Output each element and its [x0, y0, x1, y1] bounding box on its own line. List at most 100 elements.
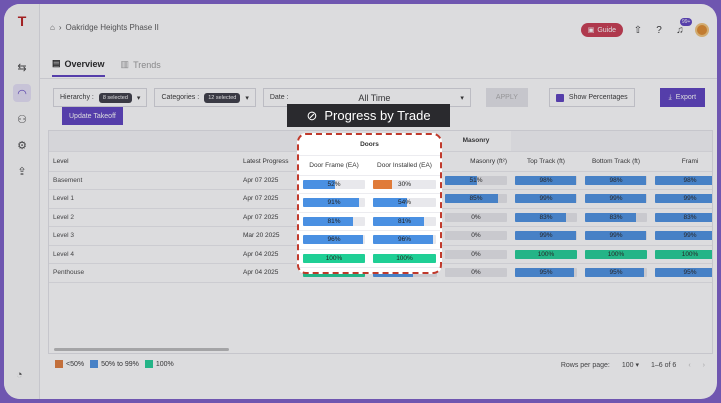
chevron-down-icon: ▾ [245, 94, 249, 102]
breadcrumb-project[interactable]: Oakridge Heights Phase II [66, 23, 159, 32]
guide-icon: ▣ [587, 27, 595, 34]
col-header[interactable]: Frami [651, 151, 712, 172]
settings-icon[interactable]: ⚙ [13, 136, 31, 154]
door-frame-cell: 91% [299, 193, 369, 213]
chevron-down-icon: ▾ [460, 94, 464, 102]
col-door-frame[interactable]: Door Frame (EA) [299, 155, 369, 176]
latest-progress-cell: Apr 07 2025 [239, 171, 299, 190]
progress-by-trade-title: Progress by Trade [324, 108, 431, 123]
progress-value: 99% [609, 232, 623, 240]
tab-bar: ▤ Overview ▥ Trends [52, 58, 161, 77]
chevron-right-icon[interactable]: › [703, 362, 705, 369]
table-row[interactable]: 81% 81% [299, 212, 440, 231]
cloud-upload-icon[interactable]: ⇧ [632, 24, 644, 36]
door-installed-cell: 30% [369, 175, 440, 194]
date-label: Date : [269, 94, 289, 101]
guide-button[interactable]: ▣ Guide [580, 23, 623, 37]
progress-cell: 0% [441, 245, 511, 264]
level-cell: Level 4 [49, 245, 239, 264]
checkbox[interactable] [555, 93, 564, 102]
col-header[interactable]: Top Track (ft) [511, 151, 581, 172]
legend-swatch [90, 360, 99, 368]
categories-select[interactable]: Categories : 12 selected ▾ [154, 88, 256, 107]
door-installed-cell: 81% [369, 212, 440, 231]
table-row[interactable]: 52% 30% [299, 175, 440, 194]
progress-value: 100% [537, 250, 555, 258]
progress-bar: 95% [585, 268, 647, 278]
notification-badge: 99+ [680, 18, 693, 26]
pagination: Rows per page: 100 ▾ 1–6 of 6 ‹ › [561, 361, 705, 370]
progress-cell: 100% [511, 245, 581, 264]
progress-cell: 99% [511, 189, 581, 209]
table-row[interactable]: 100% 63% [299, 267, 440, 274]
horizontal-scrollbar[interactable] [54, 348, 229, 351]
swap-icon[interactable]: ⇆ [13, 58, 31, 76]
categories-label: Categories : [161, 94, 200, 101]
progress-cell: 99% [651, 226, 712, 246]
chevron-left-icon[interactable]: ‹ [688, 362, 690, 369]
apply-button[interactable]: APPLY [485, 88, 528, 107]
progress-value: 0% [471, 232, 481, 240]
col-header[interactable]: Level [49, 151, 239, 172]
col-header[interactable]: Latest Progress [239, 151, 299, 172]
upload-icon[interactable]: ⇪ [13, 162, 31, 180]
progress-bar: 51% [445, 175, 507, 185]
hierarchy-label: Hierarchy : [60, 94, 94, 101]
progress-value: 99% [683, 195, 697, 203]
progress-bar: 83% [515, 212, 577, 222]
door-frame-cell: 52% [299, 175, 369, 194]
progress-cell: 83% [651, 208, 712, 227]
export-button[interactable]: ⤓ Export [659, 88, 706, 107]
col-header[interactable]: Masonry (ft²) [441, 151, 511, 172]
progress-bar: 54% [373, 198, 436, 208]
chat-icon[interactable]: ◔ [16, 369, 23, 381]
update-takeoff-button[interactable]: Update Takeoff [62, 107, 123, 125]
table-row[interactable]: 91% 54% [299, 193, 440, 213]
progress-bar: 0% [445, 231, 507, 241]
progress-bar: 95% [515, 268, 577, 278]
chevron-down-icon: ▾ [136, 94, 141, 102]
progress-bar: 81% [373, 216, 436, 226]
progress-bar: 0% [445, 212, 507, 222]
latest-progress-cell: Apr 07 2025 [239, 208, 299, 227]
progress-bar: 99% [655, 231, 712, 241]
tab-overview-label: Overview [64, 58, 105, 69]
legend-item: 100% [144, 360, 174, 368]
progress-cell: 98% [511, 171, 581, 190]
hierarchy-select[interactable]: Hierarchy : 8 selected ▾ [53, 88, 148, 107]
progress-bar: 98% [585, 175, 647, 185]
tab-trends[interactable]: ▥ Trends [121, 58, 161, 77]
rows-per-page-select[interactable]: 100 ▾ [622, 361, 639, 369]
table-row[interactable]: 96% 96% [299, 230, 440, 250]
home-icon[interactable]: ⌂ [50, 23, 55, 32]
progress-cell: 99% [581, 226, 651, 246]
progress-value: 0% [471, 269, 481, 277]
categories-chip: 12 selected [204, 92, 241, 103]
progress-value: 95% [609, 269, 623, 277]
progress-value: 81% [327, 217, 341, 225]
avatar[interactable] [695, 23, 709, 37]
left-rail: T ⇆ ◠ ⚇ ⚙ ⇪ [4, 4, 40, 399]
progress-value: 100% [607, 250, 625, 258]
chart-icon[interactable]: ◠ [13, 84, 31, 102]
col-door-installed[interactable]: Door Installed (EA) [369, 155, 440, 176]
page-range: 1–6 of 6 [651, 361, 677, 369]
users-icon[interactable]: ⚇ [13, 110, 31, 128]
progress-bar: 100% [655, 249, 712, 259]
table-row[interactable]: 100% 100% [299, 249, 440, 268]
col-header[interactable]: Bottom Track (ft) [581, 151, 651, 172]
progress-fill [373, 272, 413, 274]
show-percentages-toggle[interactable]: Show Percentages [548, 88, 635, 107]
progress-cell: 83% [511, 208, 581, 227]
progress-bar: 85% [445, 194, 507, 204]
progress-cell: 0% [441, 263, 511, 283]
date-value: All Time [358, 92, 391, 103]
help-icon[interactable]: ? [653, 24, 665, 36]
document-icon: ▤ [52, 58, 61, 68]
progress-value: 99% [539, 195, 553, 203]
progress-value: 0% [471, 213, 481, 221]
tab-overview[interactable]: ▤ Overview [52, 58, 105, 77]
level-cell: Basement [49, 171, 239, 190]
bell-icon[interactable]: ♫ 99+ [674, 18, 693, 36]
door-frame-cell: 100% [299, 267, 369, 272]
